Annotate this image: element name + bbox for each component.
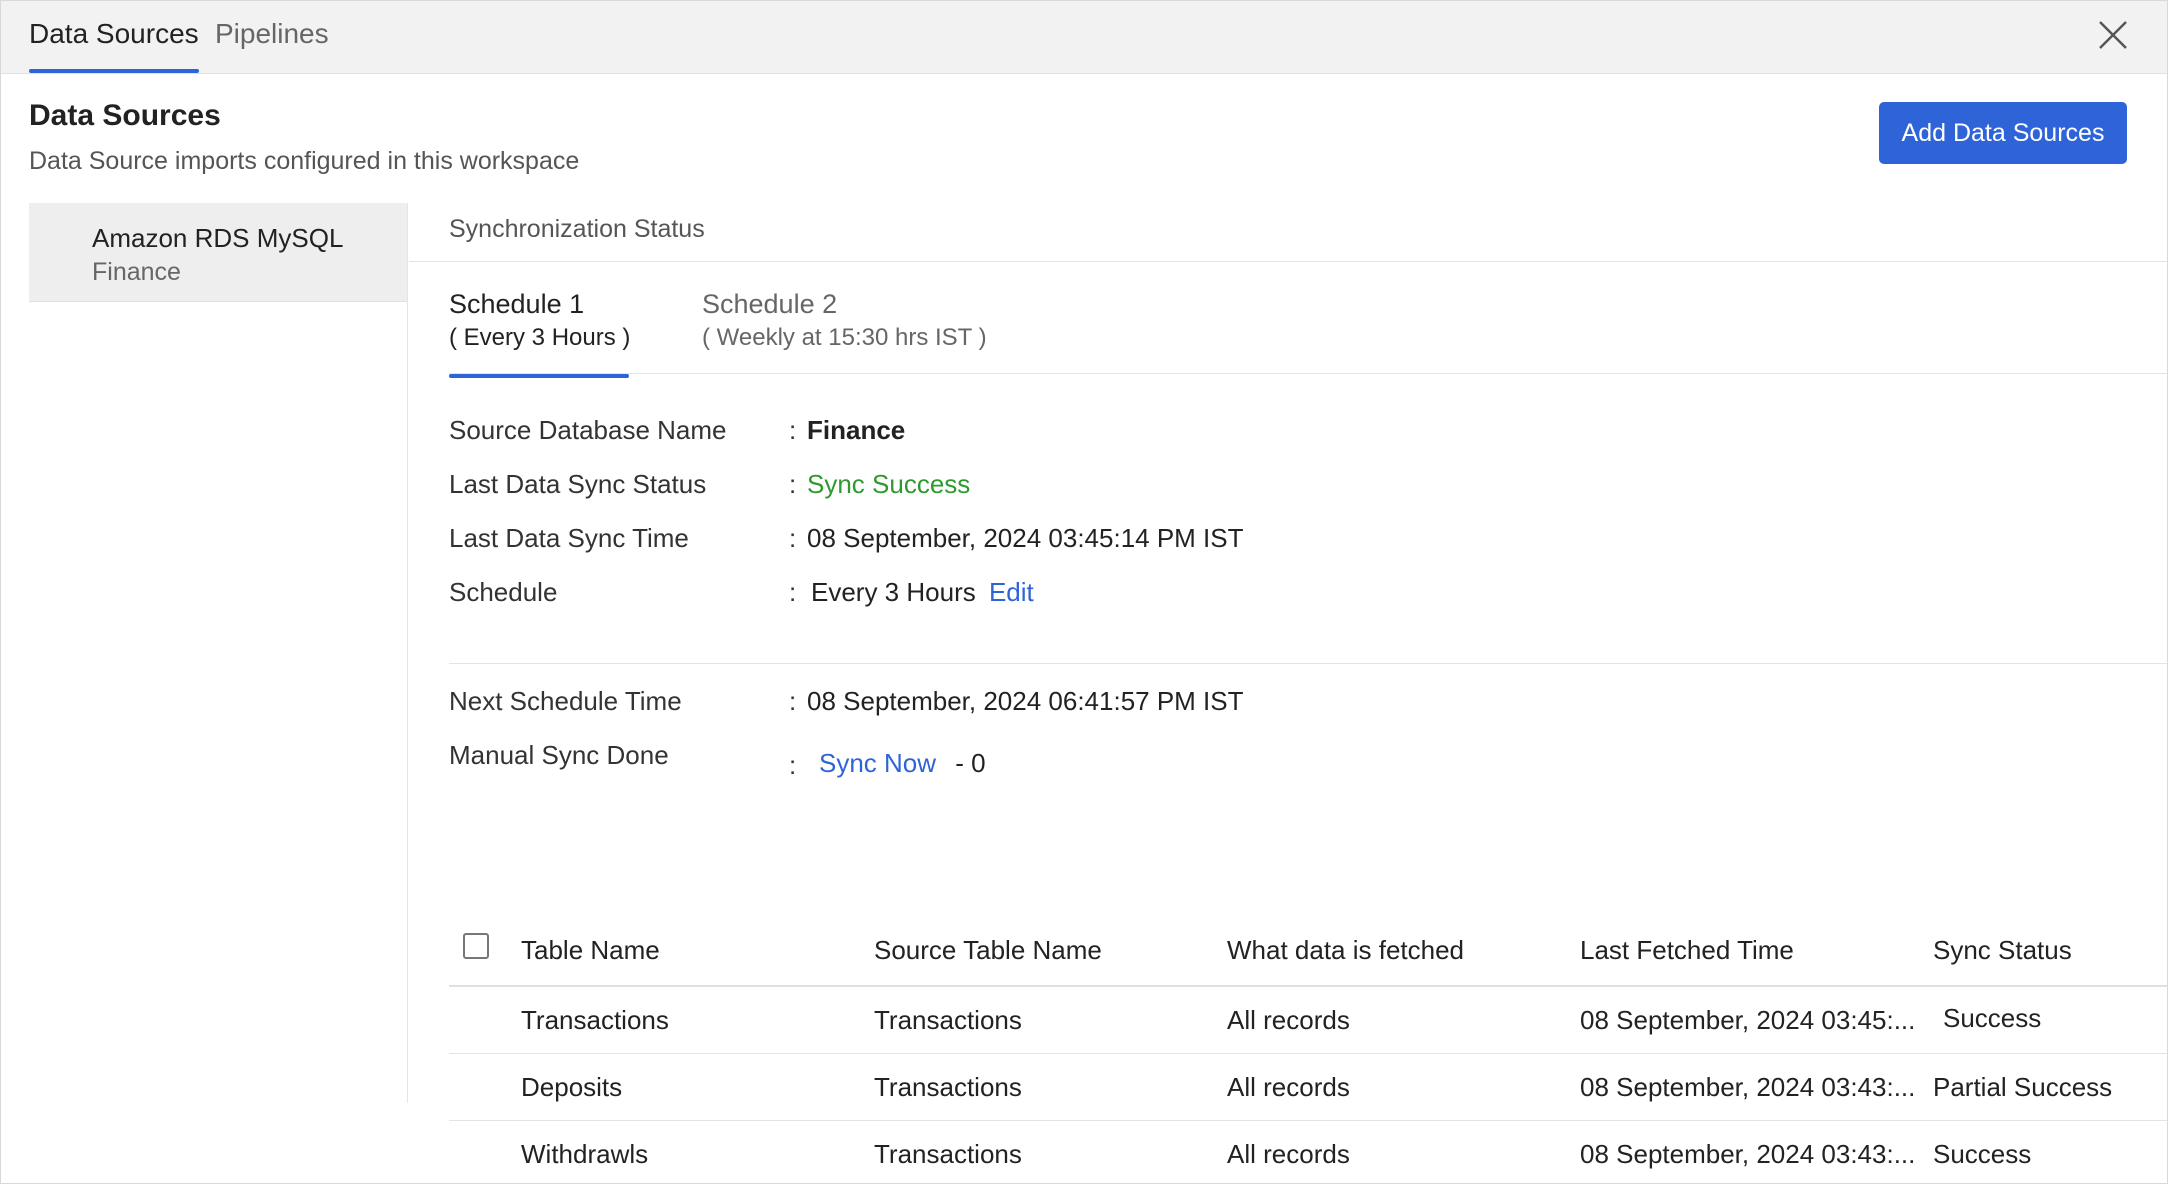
sync-status-cell: Success [1943, 1003, 2042, 1033]
column-header-data-fetched[interactable]: What data is fetched [1227, 935, 1464, 966]
next-schedule-value: 08 September, 2024 06:41:57 PM IST [807, 686, 1244, 716]
top-tab-bar: Data Sources Pipelines [1, 1, 2167, 74]
manual-sync-label: Manual Sync Done [449, 740, 669, 770]
colon: : [789, 750, 797, 780]
data-fetched-cell: All records [1227, 1005, 1350, 1035]
tab-schedule-2[interactable]: Schedule 2 ( Weekly at 15:30 hrs IST ) [702, 289, 987, 352]
colon: : [789, 577, 797, 607]
table-row[interactable]: Withdrawls Transactions All records 08 S… [449, 1121, 2167, 1183]
last-fetched-cell: 08 September, 2024 03:43:... [1580, 1072, 1916, 1102]
source-table-cell: Transactions [874, 1005, 1022, 1035]
source-db-label: Source Database Name [449, 415, 727, 445]
schedule-value-group: Every 3 Hours Edit [811, 577, 1034, 608]
tab-pipelines-label: Pipelines [215, 18, 329, 49]
divider [449, 373, 2167, 374]
last-sync-time-value: 08 September, 2024 03:45:14 PM IST [807, 523, 1244, 553]
table-name-cell: Deposits [521, 1072, 623, 1102]
next-schedule-label: Next Schedule Time [449, 686, 682, 716]
active-schedule-indicator [449, 374, 629, 378]
sync-section-label: Synchronization Status [449, 215, 705, 243]
add-data-sources-button[interactable]: Add Data Sources [1879, 102, 2127, 164]
data-sources-dialog: Data Sources Pipelines Data Sources Data… [0, 0, 2168, 1184]
last-fetched-cell: 08 September, 2024 03:43:... [1580, 1139, 1916, 1169]
last-sync-time-label: Last Data Sync Time [449, 523, 689, 553]
page-title: Data Sources [29, 99, 221, 132]
data-source-item[interactable]: Amazon RDS MySQL Finance [29, 203, 407, 302]
divider [449, 663, 2167, 664]
colon: : [789, 415, 797, 445]
tab-data-sources-label: Data Sources [29, 18, 199, 49]
sync-status-cell: Partial Success [1933, 1072, 2113, 1102]
sync-now-link[interactable]: Sync Now [819, 748, 936, 778]
divider [409, 261, 2167, 262]
select-all-checkbox[interactable] [463, 933, 489, 959]
colon: : [789, 686, 797, 716]
close-icon[interactable] [2093, 15, 2133, 55]
data-fetched-cell: All records [1227, 1072, 1350, 1102]
data-source-list: Amazon RDS MySQL Finance [29, 203, 408, 1103]
tab-data-sources[interactable]: Data Sources [29, 1, 199, 73]
schedule-value: Every 3 Hours [811, 577, 976, 607]
data-source-name: Amazon RDS MySQL [92, 223, 344, 253]
column-header-source-table-name[interactable]: Source Table Name [874, 935, 1102, 966]
schedule-2-title: Schedule 2 [702, 289, 838, 319]
column-header-last-fetched-time[interactable]: Last Fetched Time [1580, 935, 1794, 966]
schedule-1-title: Schedule 1 [449, 289, 585, 319]
table-name-cell: Withdrawls [521, 1139, 649, 1169]
column-header-sync-status[interactable]: Sync Status [1933, 935, 2072, 966]
manual-sync-count: - 0 [955, 748, 986, 778]
sync-status-cell: Success [1933, 1139, 2032, 1169]
table-name-cell: Transactions [521, 1005, 669, 1035]
schedule-2-subtitle: ( Weekly at 15:30 hrs IST ) [702, 324, 987, 351]
tab-pipelines[interactable]: Pipelines [215, 1, 329, 73]
colon: : [789, 469, 797, 499]
last-fetched-cell: 08 September, 2024 03:45:... [1580, 1005, 1916, 1035]
edit-schedule-link[interactable]: Edit [989, 577, 1034, 607]
source-table-cell: Transactions [874, 1139, 1022, 1169]
data-fetched-cell: All records [1227, 1139, 1350, 1169]
active-tab-indicator [29, 69, 199, 73]
last-sync-status-value: Sync Success [807, 469, 971, 499]
data-source-database: Finance [92, 258, 181, 286]
schedule-1-subtitle: ( Every 3 Hours ) [449, 324, 631, 351]
last-sync-status-label: Last Data Sync Status [449, 469, 707, 499]
source-table-cell: Transactions [874, 1072, 1022, 1102]
page-subtitle: Data Source imports configured in this w… [29, 147, 580, 175]
table-row[interactable]: Deposits Transactions All records 08 Sep… [449, 1054, 2167, 1121]
source-db-value: Finance [807, 415, 906, 445]
table-header-row: Table Name Source Table Name What data i… [449, 919, 2167, 987]
column-header-table-name[interactable]: Table Name [521, 935, 660, 966]
colon: : [789, 523, 797, 553]
manual-sync-value-group: Sync Now - 0 [819, 748, 986, 779]
table-row[interactable]: Transactions Transactions All records 08… [449, 987, 2167, 1054]
schedule-label: Schedule [449, 577, 558, 607]
tab-schedule-1[interactable]: Schedule 1 ( Every 3 Hours ) [449, 289, 631, 378]
